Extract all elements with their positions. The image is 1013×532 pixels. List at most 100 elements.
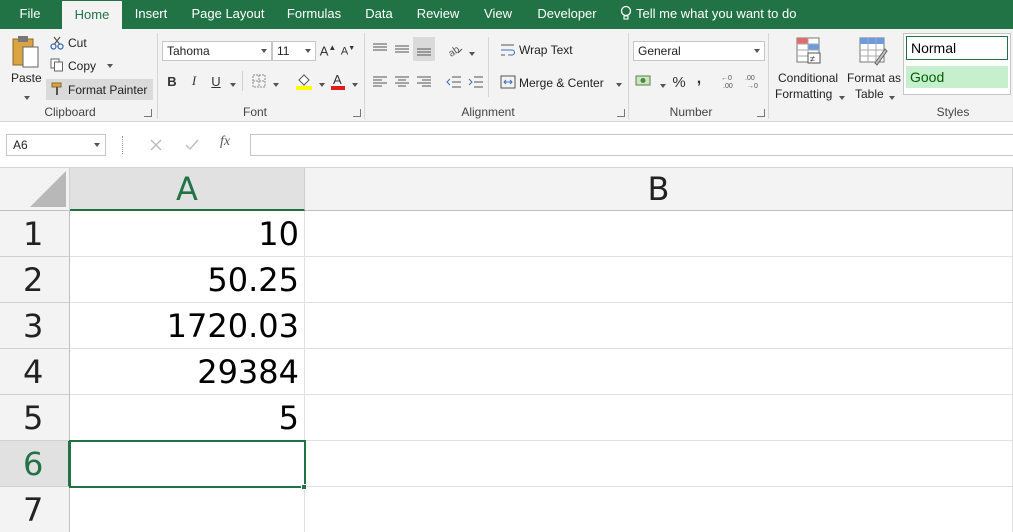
align-top-icon[interactable] <box>372 41 388 57</box>
number-format-value: General <box>638 44 681 58</box>
copy-button[interactable]: Copy <box>50 57 140 75</box>
tab-home[interactable]: Home <box>62 1 122 29</box>
column-header-b[interactable]: B <box>305 168 1013 211</box>
cell-styles-gallery: Normal Good <box>903 33 1011 95</box>
bold-button[interactable]: B <box>164 71 180 91</box>
tell-me-search[interactable]: Tell me what you want to do <box>620 0 796 29</box>
chevron-down-icon <box>230 83 236 87</box>
increase-indent-icon[interactable] <box>468 74 484 90</box>
tab-review[interactable]: Review <box>412 0 464 29</box>
fill-handle[interactable] <box>301 484 307 490</box>
cell-b3[interactable] <box>305 303 1013 349</box>
align-bottom-button[interactable] <box>413 37 435 61</box>
underline-button[interactable]: U <box>208 71 224 91</box>
row-header[interactable]: 3 <box>0 303 70 349</box>
row-header[interactable]: 2 <box>0 257 70 303</box>
decrease-indent-icon[interactable] <box>446 74 462 90</box>
cancel-icon[interactable] <box>149 138 163 152</box>
name-box[interactable]: A6 <box>6 134 106 156</box>
tab-data[interactable]: Data <box>359 0 399 29</box>
orientation-icon[interactable]: ab <box>446 41 464 57</box>
format-as-table-button[interactable]: Format as Table <box>845 33 903 103</box>
fill-color-icon[interactable] <box>295 72 313 90</box>
worksheet-grid: A B 1 2 3 4 5 6 7 10 50.25 1720.03 29384… <box>0 168 1013 532</box>
ribbon-tab-bar: File Home Insert Page Layout Formulas Da… <box>0 0 1013 29</box>
chevron-down-icon <box>107 64 113 68</box>
cell-b4[interactable] <box>305 349 1013 395</box>
select-all-button[interactable] <box>0 168 70 211</box>
tab-view[interactable]: View <box>476 0 520 29</box>
decrease-decimal-icon[interactable]: .00→0 <box>744 73 764 89</box>
merge-center-button[interactable]: Merge & Center <box>500 73 625 91</box>
percent-button[interactable]: % <box>670 72 688 92</box>
comma-style-button[interactable]: , <box>692 69 706 89</box>
tab-file[interactable]: File <box>0 0 60 29</box>
wrap-text-icon <box>501 44 515 56</box>
row-header[interactable]: 5 <box>0 395 70 441</box>
align-right-icon[interactable] <box>416 74 432 90</box>
grow-font-button[interactable]: A▲ <box>320 41 337 61</box>
alignment-group-label: Alignment <box>461 105 515 119</box>
accounting-format-icon[interactable] <box>635 73 653 89</box>
cell-a5[interactable]: 5 <box>70 395 305 441</box>
alignment-launcher-icon[interactable] <box>617 109 625 117</box>
number-format-dropdown[interactable]: General <box>633 41 765 61</box>
number-group-label: Number <box>669 105 713 119</box>
cell-a7[interactable] <box>70 487 305 532</box>
cell-b2[interactable] <box>305 257 1013 303</box>
enter-check-icon[interactable] <box>184 138 200 152</box>
formula-bar: A6 fx <box>0 122 1013 168</box>
cell-b7[interactable] <box>305 487 1013 532</box>
align-center-icon[interactable] <box>394 74 410 90</box>
tab-developer[interactable]: Developer <box>532 0 602 29</box>
svg-text:.00: .00 <box>745 75 755 82</box>
cell-b5[interactable] <box>305 395 1013 441</box>
increase-decimal-icon[interactable]: ←0.00 <box>720 73 740 89</box>
insert-function-button[interactable]: fx <box>220 134 230 150</box>
column-header-a[interactable]: A <box>70 168 305 211</box>
cell-b1[interactable] <box>305 211 1013 257</box>
copy-label: Copy <box>68 59 97 73</box>
tab-insert[interactable]: Insert <box>125 0 177 29</box>
clipboard-launcher-icon[interactable] <box>144 109 152 117</box>
formula-bar-grip <box>122 136 124 154</box>
cell-a2[interactable]: 50.25 <box>70 257 305 303</box>
svg-text:≠: ≠ <box>810 54 815 64</box>
cell-b6[interactable] <box>305 441 1013 487</box>
font-size-dropdown[interactable]: 11 <box>272 41 316 61</box>
cell-a1[interactable]: 10 <box>70 211 305 257</box>
align-left-icon[interactable] <box>372 74 388 90</box>
table-label: Table <box>855 87 884 101</box>
chevron-down-icon <box>616 83 622 87</box>
row-header[interactable]: 7 <box>0 487 70 532</box>
font-name-dropdown[interactable]: Tahoma <box>162 41 272 61</box>
row-header[interactable]: 6 <box>0 441 70 487</box>
font-launcher-icon[interactable] <box>353 109 361 117</box>
style-good[interactable]: Good <box>906 66 1008 88</box>
number-launcher-icon[interactable] <box>757 109 765 117</box>
row-header[interactable]: 4 <box>0 349 70 395</box>
style-normal[interactable]: Normal <box>906 36 1008 60</box>
cell-a4[interactable]: 29384 <box>70 349 305 395</box>
shrink-font-button[interactable]: A▼ <box>340 41 356 61</box>
excel-window: File Home Insert Page Layout Formulas Da… <box>0 0 1013 532</box>
conditional-formatting-button[interactable]: ≠ Conditional Formatting <box>774 33 845 103</box>
row-header[interactable]: 1 <box>0 211 70 257</box>
tab-page-layout[interactable]: Page Layout <box>187 0 269 29</box>
active-cell-border <box>69 440 306 488</box>
formula-input[interactable] <box>250 134 1013 156</box>
chevron-down-icon <box>352 83 358 87</box>
chevron-down-icon <box>319 83 325 87</box>
italic-button[interactable]: I <box>186 71 202 91</box>
paste-button[interactable]: Paste <box>8 35 44 101</box>
tab-formulas[interactable]: Formulas <box>281 0 347 29</box>
align-middle-icon[interactable] <box>394 41 410 57</box>
borders-icon[interactable] <box>252 74 266 88</box>
font-color-icon[interactable]: A <box>330 72 346 90</box>
cell-a3[interactable]: 1720.03 <box>70 303 305 349</box>
format-painter-button[interactable]: Format Painter <box>46 79 153 100</box>
chevron-down-icon <box>889 96 895 100</box>
font-name-value: Tahoma <box>167 44 210 58</box>
wrap-text-button[interactable]: Wrap Text <box>500 41 580 59</box>
cut-button[interactable]: Cut <box>50 34 130 52</box>
